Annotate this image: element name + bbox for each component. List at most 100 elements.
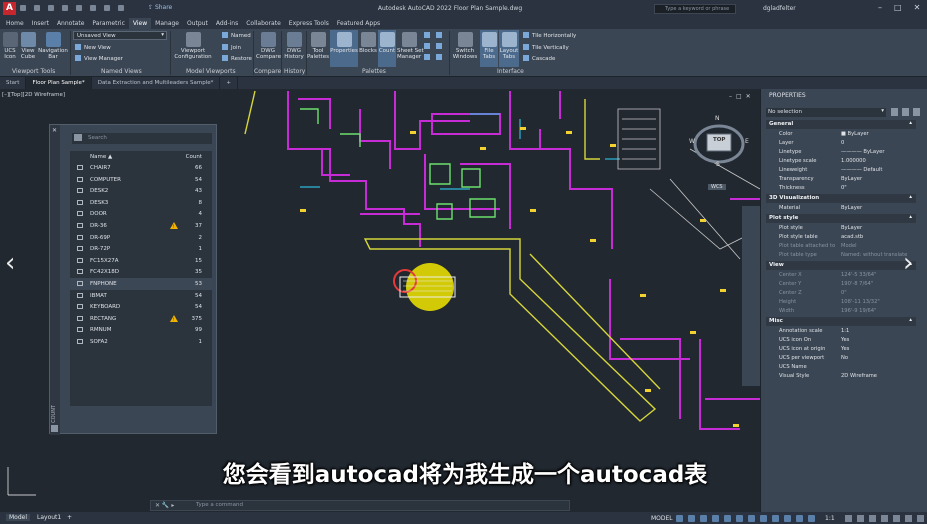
palette-properties-icon[interactable]: [51, 425, 58, 432]
property-value[interactable]: acad.stb: [841, 234, 863, 240]
minimize-icon[interactable]: –: [878, 3, 882, 12]
join-viewports-button[interactable]: Join: [222, 44, 241, 51]
property-value[interactable]: 0": [841, 185, 847, 191]
count-row-dr-72p[interactable]: DR-72P 1: [70, 243, 212, 255]
viewcube-compass[interactable]: [693, 124, 745, 164]
section-plot-style[interactable]: Plot style ▴: [766, 214, 916, 223]
palette-small-button-5[interactable]: [436, 43, 445, 50]
count-row-fc42x18d[interactable]: FC42X18D 35: [70, 266, 212, 278]
property-row[interactable]: Plot table type Named: without translate: [766, 251, 916, 260]
property-value[interactable]: 0: [841, 140, 844, 146]
section-3d-visualization[interactable]: 3D Visualization ▴: [766, 194, 916, 203]
property-value[interactable]: Model: [841, 243, 857, 249]
tab-collaborate[interactable]: Collaborate: [242, 18, 285, 29]
layout1-tab[interactable]: Layout1: [34, 514, 64, 521]
property-row[interactable]: Plot style table acad.stb: [766, 233, 916, 242]
property-value[interactable]: 1:1: [841, 328, 849, 334]
navigation-bar-button[interactable]: Navigation Bar: [38, 32, 68, 60]
properties-button[interactable]: Properties: [330, 30, 358, 67]
palette-small-button-6[interactable]: [436, 54, 445, 61]
property-value[interactable]: ByLayer: [841, 176, 862, 182]
add-layout-tab[interactable]: +: [64, 514, 75, 521]
palette-small-button-4[interactable]: [436, 32, 445, 39]
customization-menu-icon[interactable]: [917, 515, 924, 522]
count-row-chair7[interactable]: CHAIR7 66: [70, 162, 212, 174]
file-tab-floor-plan[interactable]: Floor Plan Sample*: [26, 77, 92, 89]
count-row-sofa2[interactable]: SOFA2 1: [70, 336, 212, 348]
settings-gear-icon[interactable]: [845, 515, 852, 522]
chevron-up-icon[interactable]: ▴: [909, 214, 912, 220]
command-input[interactable]: Type a command: [196, 502, 243, 508]
property-value[interactable]: 196'-9 19/64": [841, 308, 876, 314]
view-manager-button[interactable]: View Manager: [75, 55, 123, 62]
property-value[interactable]: 190'-8 7/64": [841, 281, 873, 287]
property-row[interactable]: UCS icon at origin Yes: [766, 345, 916, 354]
property-row[interactable]: Transparency ByLayer: [766, 175, 916, 184]
sheet-set-manager-button[interactable]: Sheet Set Manager: [397, 32, 424, 60]
switch-windows-button[interactable]: Switch Windows: [452, 32, 478, 60]
selection-dropdown[interactable]: No selection ▾: [766, 108, 886, 117]
autocad-logo[interactable]: A: [3, 2, 16, 15]
count-row-fnphone[interactable]: FNPHONE 53: [70, 277, 212, 290]
palette-small-button-2[interactable]: [424, 43, 433, 50]
property-row[interactable]: Visual Style 2D Wireframe: [766, 372, 916, 381]
property-value[interactable]: ■ ByLayer: [841, 131, 869, 137]
compass-south-label[interactable]: S: [716, 161, 720, 168]
property-row[interactable]: Thickness 0": [766, 184, 916, 193]
redo-icon[interactable]: [104, 5, 110, 11]
warning-icon[interactable]: !: [170, 314, 178, 322]
tab-annotate[interactable]: Annotate: [53, 18, 88, 29]
new-tab-button[interactable]: +: [220, 77, 238, 89]
count-row-ibmat[interactable]: IBMAT 54: [70, 290, 212, 302]
keyword-search-input[interactable]: Type a keyword or phrase: [654, 4, 736, 14]
user-account[interactable]: dgladfelter: [763, 5, 796, 12]
tile-horizontally-button[interactable]: Tile Horizontally: [523, 32, 576, 39]
model-layout-tab[interactable]: Model: [6, 514, 31, 521]
property-value[interactable]: No: [841, 355, 848, 361]
tab-manage[interactable]: Manage: [151, 18, 183, 29]
palette-small-button-1[interactable]: [424, 32, 433, 39]
maximize-icon[interactable]: □: [894, 3, 902, 12]
annotation-visibility-icon[interactable]: [796, 515, 803, 522]
viewcube-top-face[interactable]: TOP: [713, 137, 725, 143]
count-row-computer[interactable]: COMPUTER 54: [70, 174, 212, 186]
warning-icon[interactable]: !: [170, 221, 178, 229]
quick-select-icon[interactable]: [891, 108, 898, 116]
count-search-input[interactable]: Search: [72, 133, 212, 144]
fullscreen-icon[interactable]: [905, 515, 912, 522]
tab-express-tools[interactable]: Express Tools: [285, 18, 333, 29]
save-as-icon[interactable]: [62, 5, 68, 11]
property-row[interactable]: Plot table attached to Model: [766, 242, 916, 251]
drawing-scrollbar[interactable]: [742, 206, 760, 386]
property-row[interactable]: Linetype scale 1.000000: [766, 157, 916, 166]
workspace-icon[interactable]: [118, 5, 124, 11]
count-row-desk3[interactable]: DESK3 8: [70, 197, 212, 209]
property-value[interactable]: ———— Default: [841, 167, 882, 173]
annotation-scale[interactable]: 1:1: [825, 515, 835, 522]
property-row[interactable]: Height 108'-11 13/32": [766, 298, 916, 307]
property-row[interactable]: Linetype ———— ByLayer: [766, 148, 916, 157]
isolate-objects-icon[interactable]: [893, 515, 900, 522]
count-row-rmnum[interactable]: RMNUM 99: [70, 324, 212, 336]
cascade-button[interactable]: Cascade: [523, 55, 555, 62]
property-row[interactable]: UCS Name: [766, 363, 916, 372]
save-icon[interactable]: [48, 5, 54, 11]
tab-insert[interactable]: Insert: [28, 18, 53, 29]
property-value[interactable]: 2D Wireframe: [841, 373, 877, 379]
tile-vertically-button[interactable]: Tile Vertically: [523, 44, 569, 51]
open-file-icon[interactable]: [34, 5, 40, 11]
close-icon[interactable]: ✕ 🔧 ▸: [155, 502, 174, 509]
select-objects-icon[interactable]: [902, 108, 909, 116]
chevron-up-icon[interactable]: ▴: [909, 317, 912, 323]
new-view-button[interactable]: New View: [75, 44, 111, 51]
named-view-dropdown[interactable]: Unsaved View ▾: [73, 31, 167, 40]
palette-small-button-3[interactable]: [424, 54, 433, 61]
file-tab-start[interactable]: Start: [0, 77, 27, 89]
compass-east-label[interactable]: E: [745, 138, 749, 145]
count-button[interactable]: Count: [378, 30, 396, 67]
close-icon[interactable]: ✕: [52, 127, 57, 134]
close-icon[interactable]: ✕: [914, 3, 921, 12]
layout-tabs-button[interactable]: Layout Tabs: [499, 30, 519, 67]
undo-icon[interactable]: [90, 5, 96, 11]
viewport-configuration-button[interactable]: Viewport Configuration: [174, 32, 212, 60]
